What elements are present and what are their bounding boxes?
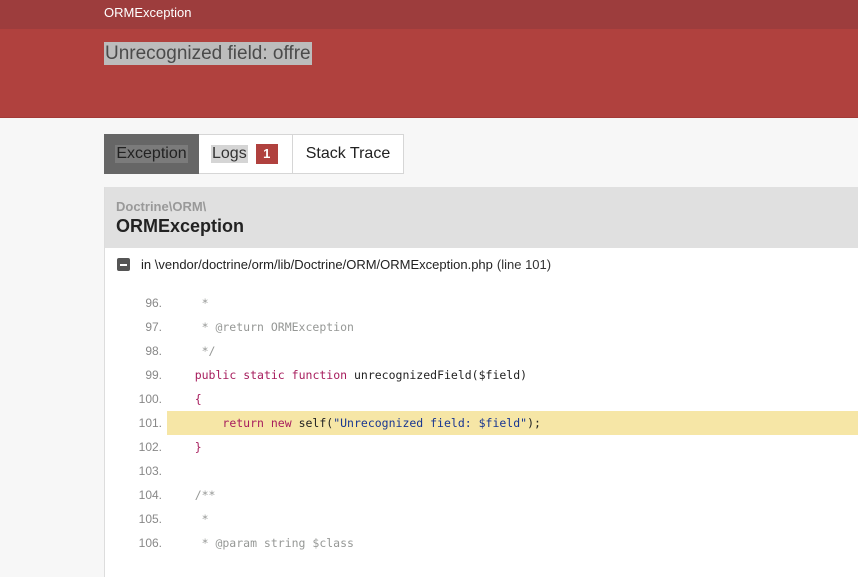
top-bar: ORMException [0,0,858,29]
line-source: } [194,440,202,454]
line-source: * [167,512,209,526]
code-line: 101. return new self("Unrecognized field… [105,411,858,435]
file-path: \vendor/doctrine/orm/lib/Doctrine/ORM/OR… [154,257,493,272]
tab-bar: Exception Logs 1 Stack Trace [104,134,404,174]
code-line: 98. */ [105,339,858,363]
logs-count-badge: 1 [255,144,278,164]
line-source: /** [167,488,216,502]
tab-exception[interactable]: Exception [104,134,199,174]
tab-logs[interactable]: Logs 1 [199,134,293,174]
error-header: Unrecognized field: offre [0,29,858,118]
line-number: 103. [138,464,162,478]
tab-logs-label: Logs [211,145,248,163]
code-line: 99. public static function unrecognizedF… [105,363,858,387]
file-location-row[interactable]: in \vendor/doctrine/orm/lib/Doctrine/ORM… [117,257,551,272]
line-number: 98. [145,344,162,358]
line-number: 102. [138,440,162,454]
file-line-number: (line 101) [496,257,552,272]
file-prefix: in [141,257,152,272]
exception-namespace: Doctrine\ORM\ [116,199,207,214]
line-source: * @param string $class [167,536,354,550]
code-line: 100. { [105,387,858,411]
line-number: 100. [138,392,162,406]
code-line: 104. /** [105,483,858,507]
tab-stack-trace[interactable]: Stack Trace [293,134,404,174]
line-source: public static function unrecognizedField… [194,368,528,382]
exception-brand: ORMException [104,5,192,20]
line-number: 99. [145,368,162,382]
tab-stack-trace-label: Stack Trace [305,145,391,162]
line-source: * @return ORMException [167,320,354,334]
code-line: 106. * @param string $class [105,531,858,555]
line-number: 106. [138,536,162,550]
line-source: return new self("Unrecognized field: $fi… [167,411,858,435]
line-number: 104. [138,488,162,502]
line-source: */ [167,344,216,358]
line-number: 97. [145,320,162,334]
tab-exception-label: Exception [115,145,188,163]
page-title: Unrecognized field: offre [104,42,312,65]
line-number: 96. [145,296,162,310]
code-excerpt: 96. * 97. * @return ORMException 98. */99.… [105,291,858,555]
code-line: 105. * [105,507,858,531]
code-line: 96. * [105,291,858,315]
line-number: 101. [138,416,162,430]
line-source: * [167,296,209,310]
line-number: 105. [138,512,162,526]
code-line: 103. [105,459,858,483]
exception-panel-header: Doctrine\ORM\ ORMException [105,187,858,248]
code-line: 102. } [105,435,858,459]
exception-class: ORMException [116,216,245,236]
line-source: { [194,392,202,406]
collapse-icon[interactable] [117,258,130,271]
exception-panel: Doctrine\ORM\ ORMException in \vendor/do… [104,187,858,577]
code-line: 97. * @return ORMException [105,315,858,339]
